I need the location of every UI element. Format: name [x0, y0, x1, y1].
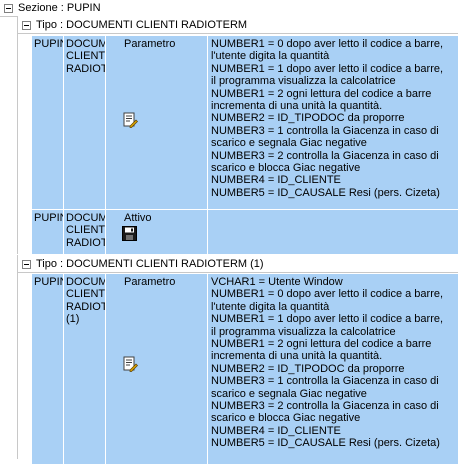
table-row[interactable]: PUPIN DOCUMI CLIENTI RADIOT Attivo: [32, 210, 458, 254]
desc-line: NUMBER1 = 1 dopo aver letto il codice a …: [211, 62, 444, 75]
cell-tipo-line: RADIOT: [66, 236, 106, 249]
group-label: Tipo : DOCUMENTI CLIENTI RADIOTERM: [36, 19, 248, 31]
desc-line: il programma visualizza la calcolatrice: [211, 325, 396, 338]
collapse-toggle-icon[interactable]: [22, 21, 31, 30]
desc-line: scarico e segnala Giac negative: [211, 387, 367, 400]
cell-tipo-line: CLIENTI: [66, 50, 106, 63]
desc-line: NUMBER4 = ID_CLIENTE: [211, 174, 341, 187]
cell-name: Parametro: [106, 274, 208, 464]
collapse-toggle-icon[interactable]: [22, 260, 31, 269]
group-header: Tipo : DOCUMENTI CLIENTI RADIOTERM (1): [18, 255, 458, 273]
cell-tipo-line: RADIOT: [66, 300, 106, 313]
desc-line: NUMBER3 = 1 controlla la Giacenza in cas…: [211, 375, 439, 388]
cell-tipo-line: DOCUMI: [66, 276, 105, 288]
desc-line: scarico e blocca Giac negative: [211, 162, 361, 175]
cell-name-label: Attivo: [124, 212, 152, 224]
cell-tipo-line: DOCUMI: [66, 212, 105, 224]
text-edit-icon[interactable]: [122, 356, 138, 372]
cell-description: NUMBER1 = 0 dopo aver letto il codice a …: [208, 36, 458, 209]
cell-tipo-line: DOCUMI: [66, 38, 105, 50]
cell-tipo-line: (1): [66, 313, 80, 326]
table-row[interactable]: PUPIN DOCUMI CLIENTI RADIOT Parametro NU…: [32, 36, 458, 209]
group-documenti-clienti-radioterm: Tipo : DOCUMENTI CLIENTI RADIOTERM PUPIN…: [17, 16, 458, 254]
desc-line: NUMBER1 = 2 ogni lettura del codice a ba…: [211, 87, 432, 100]
desc-line: il programma visualizza la calcolatrice: [211, 75, 396, 88]
group-header: Tipo : DOCUMENTI CLIENTI RADIOTERM: [18, 16, 458, 34]
cell-tipo-line: CLIENTI: [66, 288, 106, 301]
desc-line: l'utente digita la quantità: [211, 300, 330, 313]
desc-line: NUMBER3 = 2 controlla la Giacenza in cas…: [211, 400, 439, 413]
desc-line: NUMBER1 = 0 dopo aver letto il codice a …: [211, 38, 444, 50]
cell-tipo-line: RADIOT: [66, 62, 106, 75]
desc-line: NUMBER5 = ID_CAUSALE Resi (pers. Cizeta): [211, 186, 440, 199]
desc-line: VCHAR1 = Utente Window: [211, 276, 343, 288]
desc-line: NUMBER3 = 1 controlla la Giacenza in cas…: [211, 124, 439, 137]
cell-name-label: Parametro: [124, 276, 176, 288]
desc-line: NUMBER5 = ID_CAUSALE Resi (pers. Cizeta): [211, 437, 440, 450]
cell-section: PUPIN: [32, 36, 64, 209]
desc-line: NUMBER2 = ID_TIPODOC da proporre: [211, 362, 405, 375]
cell-section: PUPIN: [32, 210, 64, 254]
cell-description: [208, 210, 458, 254]
group-label: Tipo : DOCUMENTI CLIENTI RADIOTERM (1): [36, 258, 264, 270]
desc-line: NUMBER2 = ID_TIPODOC da proporre: [211, 112, 405, 125]
desc-line: NUMBER1 = 1 dopo aver letto il codice a …: [211, 313, 444, 326]
section-label: Sezione : PUPIN: [18, 2, 101, 14]
desc-line: incrementa di una unità la quantità.: [211, 350, 383, 363]
desc-line: NUMBER1 = 0 dopo aver letto il codice a …: [211, 288, 444, 301]
cell-tipo-line: CLIENTI: [66, 224, 106, 237]
section-header: Sezione : PUPIN: [0, 0, 458, 17]
desc-line: NUMBER3 = 2 controlla la Giacenza in cas…: [211, 149, 439, 162]
desc-line: scarico e blocca Giac negative: [211, 412, 361, 425]
text-edit-icon[interactable]: [122, 112, 138, 128]
floppy-disk-icon[interactable]: [122, 226, 137, 241]
desc-line: scarico e segnala Giac negative: [211, 137, 367, 150]
cell-section: PUPIN: [32, 274, 64, 464]
desc-line: incrementa di una unità la quantità.: [211, 100, 383, 113]
cell-name: Parametro: [106, 36, 208, 209]
group-documenti-clienti-radioterm-1: Tipo : DOCUMENTI CLIENTI RADIOTERM (1) P…: [17, 255, 458, 464]
cell-name-label: Parametro: [124, 38, 176, 50]
cell-name: Attivo: [106, 210, 208, 254]
cell-tipo: DOCUMI CLIENTI RADIOT: [64, 210, 106, 254]
collapse-toggle-icon[interactable]: [4, 4, 13, 13]
desc-line: NUMBER4 = ID_CLIENTE: [211, 424, 341, 437]
cell-description: VCHAR1 = Utente Window NUMBER1 = 0 dopo …: [208, 274, 458, 464]
cell-tipo: DOCUMI CLIENTI RADIOT (1): [64, 274, 106, 464]
desc-line: l'utente digita la quantità: [211, 50, 330, 63]
cell-tipo: DOCUMI CLIENTI RADIOT: [64, 36, 106, 209]
desc-line: NUMBER1 = 2 ogni lettura del codice a ba…: [211, 338, 432, 351]
table-row[interactable]: PUPIN DOCUMI CLIENTI RADIOT (1) Parametr…: [32, 274, 458, 464]
